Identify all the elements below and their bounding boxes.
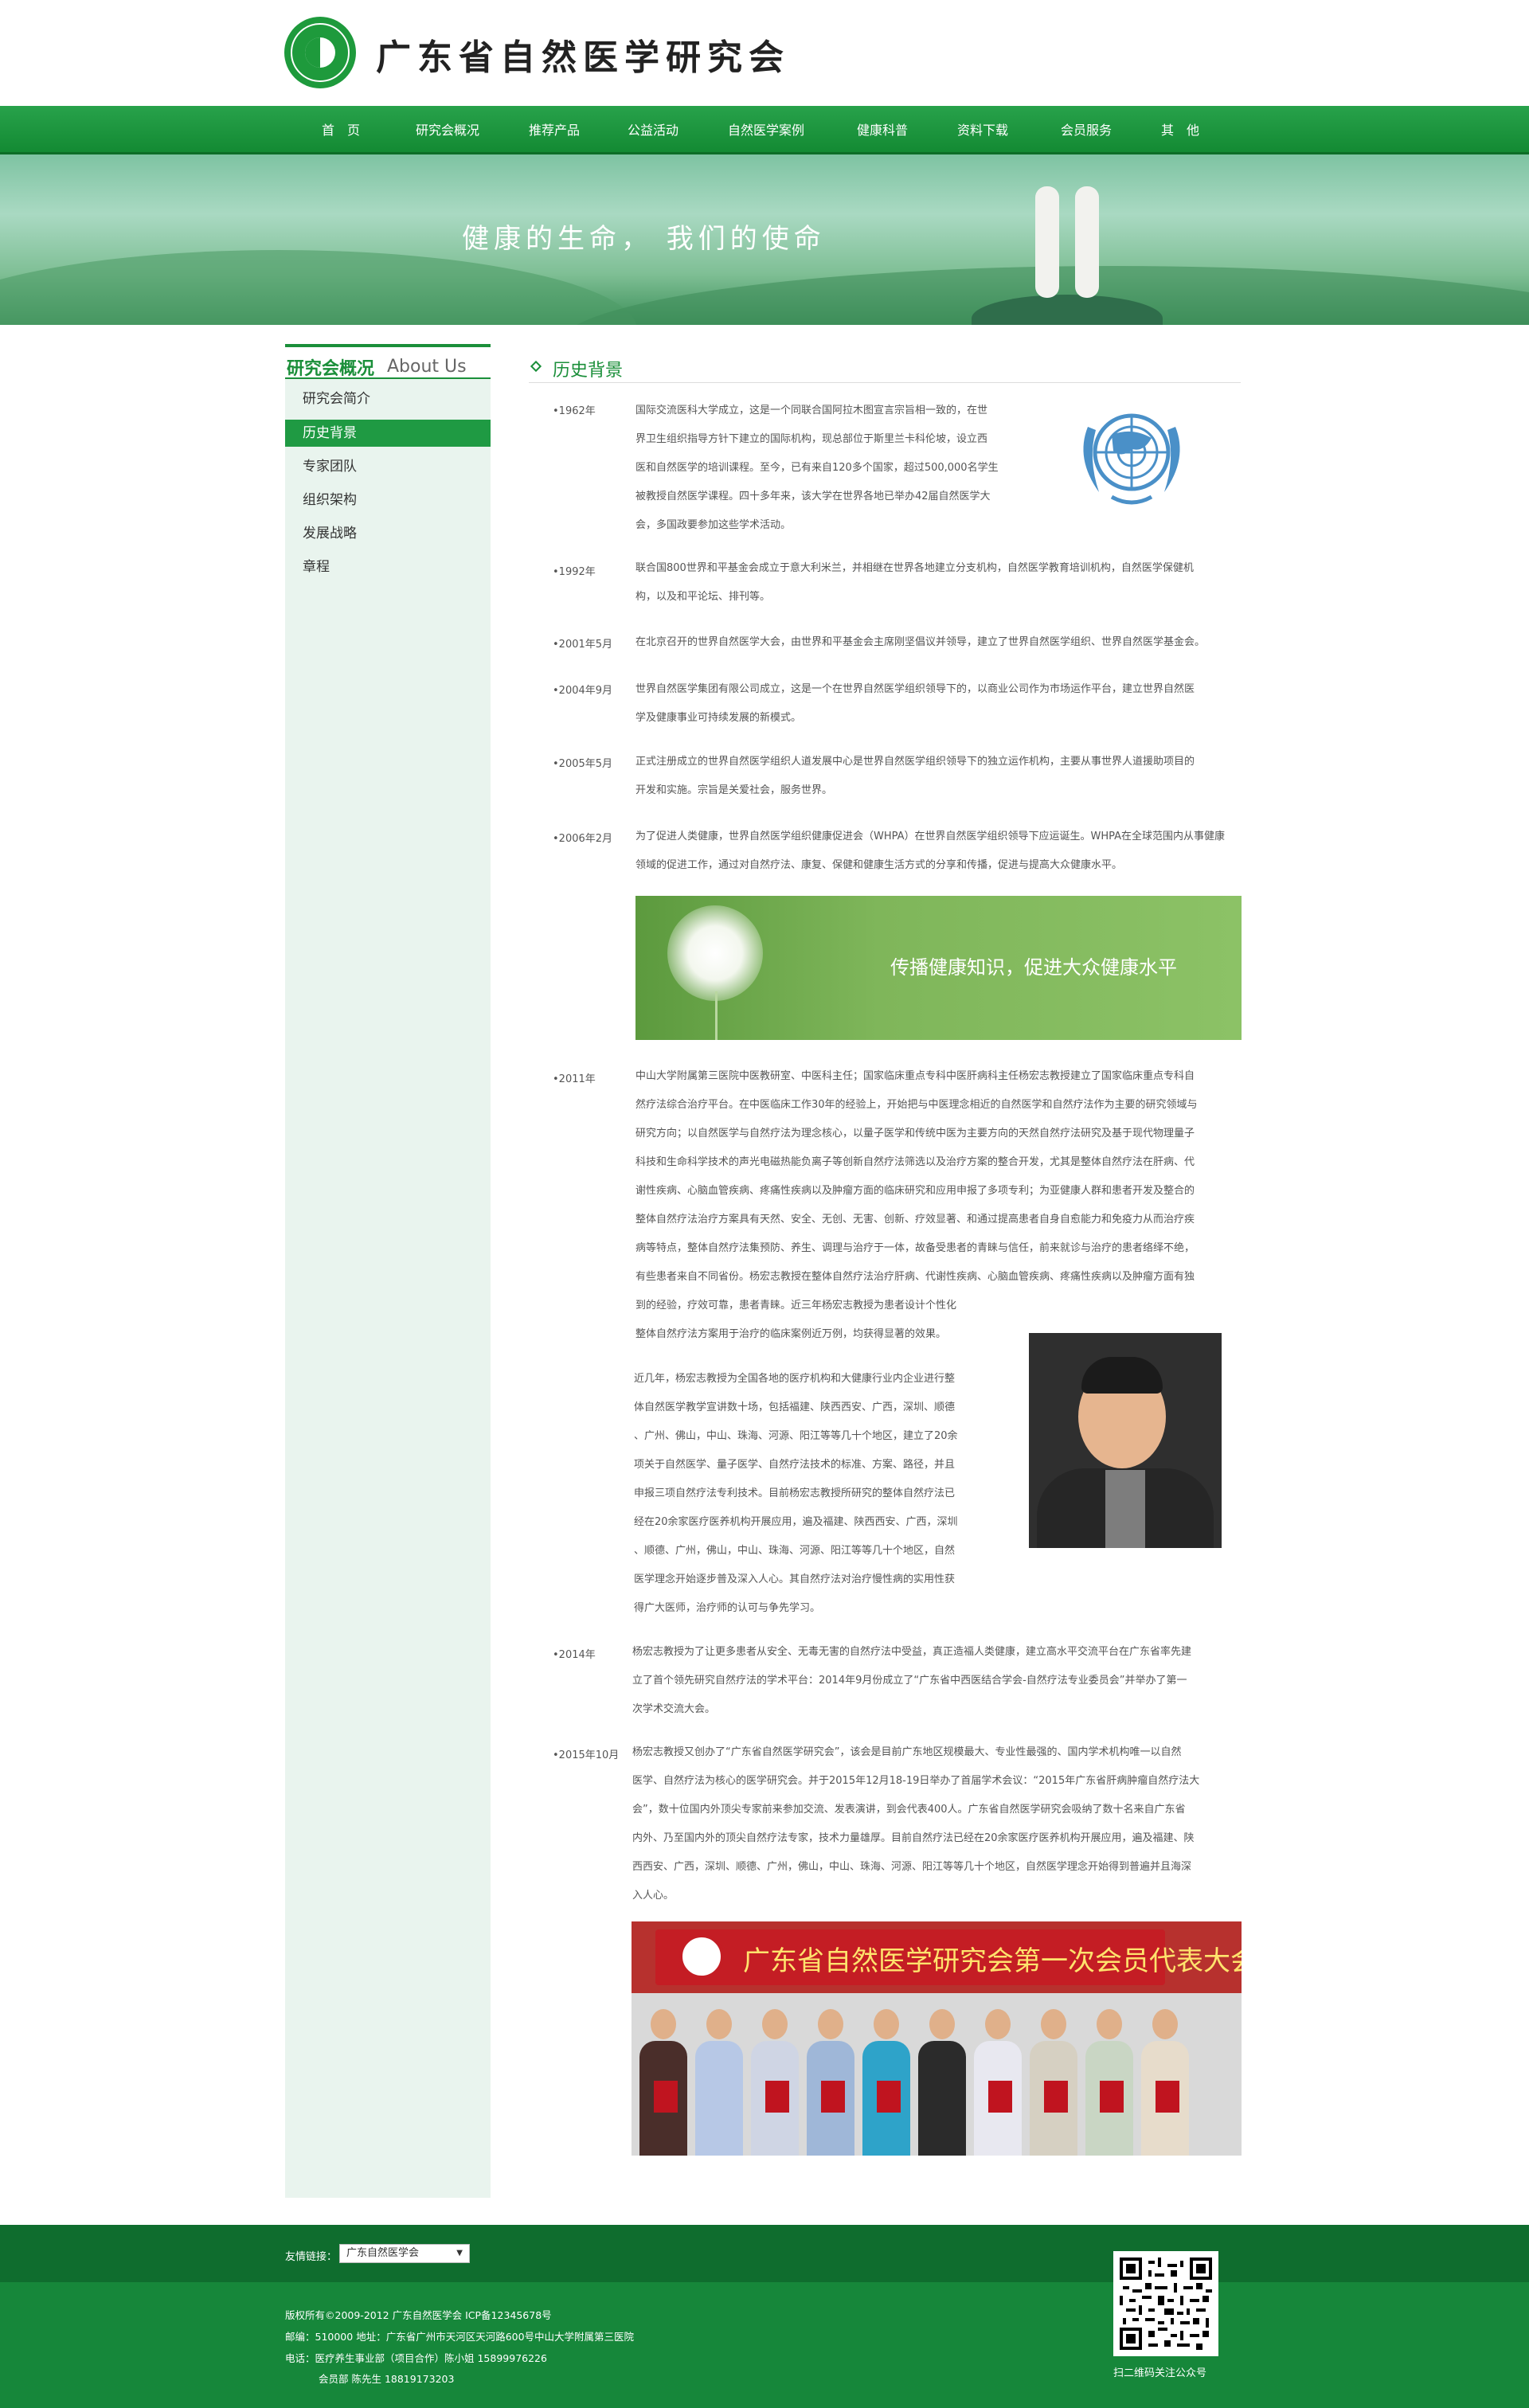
nav-home[interactable]: 首 页 [322,106,360,154]
sidebar-title-en: About Us [387,357,467,377]
sidebar-item-strategy[interactable]: 发展战略 [285,520,491,547]
site-header: 广东省自然医学研究会 [0,0,1529,106]
sidebar-item-experts[interactable]: 专家团队 [285,453,491,480]
timeline-text: 在北京召开的世界自然医学大会，由世界和平基金会主席刚坚倡议并领导，建立了世界自然… [635,636,1206,648]
timeline-date: •2001年5月 [553,639,613,651]
timeline-date: •2015年10月 [553,1749,620,1761]
footer-phone: 电话：医疗养生事业部（项目合作）陈小姐 15899976226 [285,2352,547,2364]
timeline-date: •2004年9月 [553,685,613,697]
qr-code-icon [1113,2251,1218,2356]
timeline-text: 国际交流医科大学成立，这是一个同联合国阿拉木图宣言宗旨相一致的，在世 界卫生组织… [635,405,999,531]
nav-downloads[interactable]: 资料下载 [957,106,1008,154]
timeline-text: 近几年，杨宏志教授为全国各地的医疗机构和大健康行业内企业进行整 体自然医学教学宣… [634,1373,958,1614]
un-emblem-icon [1083,413,1180,505]
footer-member: 会员部 陈先生 18819173203 [319,2373,455,2385]
timeline-text: 杨宏志教授为了让更多患者从安全、无毒无害的自然疗法中受益，真正造福人类健康，建立… [632,1646,1192,1715]
section-title: 历史背景 [553,361,624,381]
sidebar-item-charter[interactable]: 章程 [285,553,491,580]
sidebar-item-organization[interactable]: 组织架构 [285,487,491,514]
timeline-date: •1992年 [553,566,596,578]
timeline-date: •2006年2月 [553,833,613,845]
timeline-date: •2005年5月 [553,758,613,770]
sidebar-header: 研究会概况 About Us [285,344,491,379]
nav-health-science[interactable]: 健康科普 [857,106,908,154]
footer [0,2282,1529,2408]
footer-links-bar [0,2225,1529,2282]
timeline-text: 世界自然医学集团有限公司成立，这是一个在世界自然医学组织领导下的，以商业公司作为… [635,683,1195,724]
nav-products[interactable]: 推荐产品 [529,106,580,154]
chevron-down-icon: ▼ [456,2249,463,2258]
friend-links-select[interactable]: 广东自然医学会 ▼ [339,2244,470,2263]
section-divider [529,382,1241,383]
footer-copyright: 版权所有©2009-2012 广东自然医学会 ICP备12345678号 [285,2309,552,2321]
nav-member-service[interactable]: 会员服务 [1061,106,1112,154]
logo-icon[interactable] [284,17,356,88]
friend-links-label: 友情链接： [285,2251,338,2263]
professor-portrait [1029,1333,1222,1548]
hero-banner: 健康的生命， 我们的使命 [0,154,1529,325]
site-title: 广东省自然医学研究会 [376,37,790,78]
sidebar-item-intro[interactable]: 研究会简介 [285,385,491,412]
health-knowledge-banner: 传播健康知识，促进大众健康水平 [635,896,1242,1040]
nav-cases[interactable]: 自然医学案例 [728,106,804,154]
nav-charity[interactable]: 公益活动 [628,106,678,154]
banner-caption: 传播健康知识，促进大众健康水平 [890,956,1177,979]
group-photo: 广东省自然医学研究会第一次会员代表大会 [632,1921,1242,2156]
timeline-text: 为了促进人类健康，世界自然医学组织健康促进会（WHPA）在世界自然医学组织领导下… [635,831,1226,871]
main-nav: 首 页 研究会概况 推荐产品 公益活动 自然医学案例 健康科普 资料下载 会员服… [0,106,1529,154]
timeline-date: •1962年 [553,405,596,417]
nav-other[interactable]: 其 他 [1161,106,1199,154]
banner-slogan: 健康的生命， 我们的使命 [462,223,826,255]
sidebar [285,344,491,2198]
timeline-date: •2014年 [553,1649,596,1661]
footer-address: 邮编：510000 地址：广东省广州市天河区天河路600号中山大学附属第三医院 [285,2331,635,2343]
group-photo-banner-text: 广东省自然医学研究会第一次会员代表大会 [743,1945,1242,1977]
nav-overview[interactable]: 研究会概况 [416,106,479,154]
sidebar-item-history[interactable]: 历史背景 [285,420,491,447]
timeline-text: 杨宏志教授又创办了“广东省自然医学研究会”，该会是目前广东地区规模最大、专业性最… [632,1746,1200,1902]
qr-caption: 扫二维码关注公众号 [1113,2367,1207,2379]
timeline-text: 正式注册成立的世界自然医学组织人道发展中心是世界自然医学组织领导下的独立运作机构… [635,756,1195,796]
timeline-text: 中山大学附属第三医院中医教研室、中医科主任；国家临床重点专科中医肝病科主任杨宏志… [635,1070,1198,1340]
timeline-text: 联合国800世界和平基金会成立于意大利米兰，并相继在世界各地建立分支机构，自然医… [635,562,1194,603]
timeline-date: •2011年 [553,1073,596,1085]
sidebar-title-cn: 研究会概况 [287,359,375,379]
